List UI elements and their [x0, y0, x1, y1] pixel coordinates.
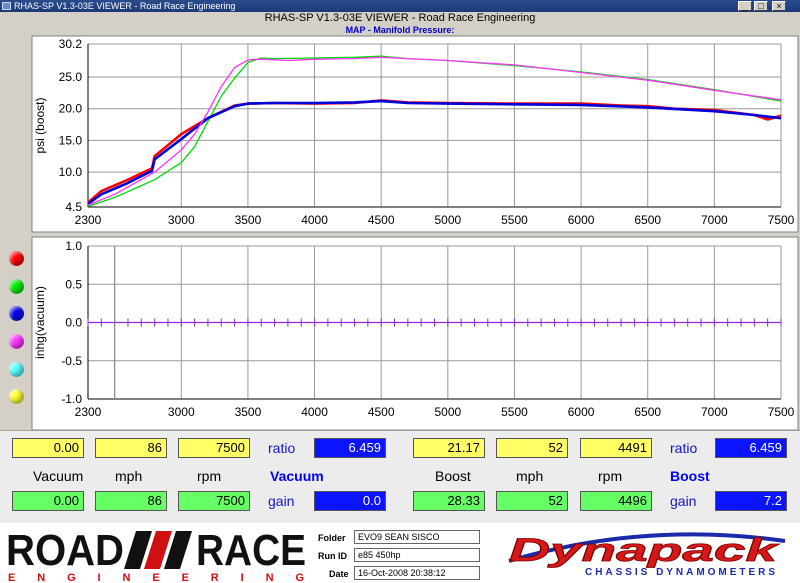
boost-gain-value-readout: 28.33: [413, 491, 485, 511]
boost-gain-label: gain: [670, 493, 697, 509]
boost-value-readout: 21.17: [413, 438, 485, 458]
vacuum-rpm-readout: 7500: [178, 438, 250, 458]
road-race-logo: ROAD RACE ENGINEERING: [6, 526, 306, 583]
logo-word-race: RACE: [196, 526, 306, 575]
y-tick-label-1-1: -0.5: [61, 354, 82, 368]
x-tick-label-0-0: 2300: [75, 213, 102, 227]
date-label: Date: [329, 569, 349, 579]
x-tick-label-0-2: 3500: [235, 213, 262, 227]
vacuum-label: Vacuum: [33, 468, 84, 484]
y-tick-label-1-0: -1.0: [61, 392, 82, 406]
y-tick-label-0-5: 30.2: [59, 37, 83, 51]
vacuum-gain-value: 0.0: [314, 491, 386, 511]
boost-rpm-label: rpm: [598, 468, 623, 484]
series-toggle-green[interactable]: [9, 279, 24, 294]
x-tick-label-1-5: 5000: [434, 405, 461, 419]
boost-rpm-readout: 4491: [580, 438, 652, 458]
runid-label: Run ID: [318, 551, 347, 561]
boost-gain-mph-readout: 52: [496, 491, 568, 511]
series-toggle-cyan[interactable]: [9, 362, 24, 377]
x-tick-label-1-3: 4000: [301, 405, 328, 419]
x-tick-label-1-2: 3500: [235, 405, 262, 419]
runid-field: e85 450hp: [354, 548, 480, 562]
series-toggle-yellow[interactable]: [9, 389, 24, 404]
x-tick-label-0-5: 5000: [434, 213, 461, 227]
boost-label: Boost: [435, 468, 471, 484]
vacuum-mph-readout: 86: [95, 438, 167, 458]
dynapack-wordmark: Dynapack: [509, 532, 781, 568]
vacuum-gain-mph-readout: 86: [95, 491, 167, 511]
x-tick-label-1-0: 2300: [75, 405, 102, 419]
x-tick-label-1-9: 7000: [701, 405, 728, 419]
x-tick-label-1-8: 6500: [634, 405, 661, 419]
chart-background-0: [31, 35, 799, 233]
folder-label: Folder: [318, 533, 346, 543]
y-axis-label-1: inhg(vacuum): [33, 286, 47, 359]
x-tick-label-0-6: 5500: [501, 213, 528, 227]
vacuum-mph-label: mph: [115, 468, 143, 484]
boost-mph-readout: 52: [496, 438, 568, 458]
series-toggle-red[interactable]: [9, 251, 24, 266]
footer: ROAD RACE ENGINEERING Folder EVO9 SEAN S…: [0, 523, 800, 583]
vacuum-ratio-value: 6.459: [314, 438, 386, 458]
y-tick-label-0-4: 25.0: [59, 70, 83, 84]
series-toggle-magenta[interactable]: [9, 334, 24, 349]
chart-panel-0: 2300 3000 3500 4000 4500 5000 5500 6000 6500 7000…: [31, 25, 799, 233]
readout-panel: 0.00 86 7500 ratio 6.459 Vacuum mph rpm …: [0, 430, 800, 523]
x-tick-label-1-7: 6000: [568, 405, 595, 419]
y-tick-label-0-1: 10.0: [59, 165, 83, 179]
vacuum-section-title: Vacuum: [270, 468, 324, 484]
y-tick-label-0-3: 20.0: [59, 102, 83, 116]
chart-background-1: [31, 236, 799, 430]
vacuum-rpm-label: rpm: [197, 468, 222, 484]
y-axis-label-0: psi (boost): [33, 97, 47, 153]
x-tick-label-0-9: 7000: [701, 213, 728, 227]
y-tick-label-0-0: 4.5: [65, 200, 82, 214]
vacuum-gain-rpm-readout: 7500: [178, 491, 250, 511]
dynapack-subtitle: CHASSIS DYNAMOMETERS: [585, 567, 775, 578]
vacuum-value-readout: 0.00: [12, 438, 84, 458]
y-tick-label-0-2: 15.0: [59, 133, 83, 147]
boost-gain-rpm-readout: 4496: [580, 491, 652, 511]
x-tick-label-0-8: 6500: [634, 213, 661, 227]
x-tick-label-0-10: 7500: [768, 213, 795, 227]
boost-ratio-value: 6.459: [715, 438, 787, 458]
chart-title-0: MAP - Manifold Pressure:: [346, 25, 455, 35]
x-tick-label-1-6: 5500: [501, 405, 528, 419]
vacuum-ratio-label: ratio: [268, 440, 296, 456]
boost-ratio-label: ratio: [670, 440, 698, 456]
y-tick-label-1-2: 0.0: [65, 316, 82, 330]
x-tick-label-1-10: 7500: [768, 405, 795, 419]
x-tick-label-0-1: 3000: [168, 213, 195, 227]
chart-panel-1: 2300 3000 3500 4000 4500 5000 5500 6000 6500 7000…: [31, 236, 799, 430]
x-tick-label-1-4: 4500: [368, 405, 395, 419]
logo-word-road: ROAD: [6, 526, 124, 575]
series-toggle-blue[interactable]: [9, 306, 24, 321]
y-tick-label-1-3: 0.5: [65, 277, 82, 291]
date-field: 16-Oct-2008 20:38:12: [354, 566, 480, 580]
boost-section-title: Boost: [670, 468, 710, 484]
vacuum-gain-label: gain: [268, 493, 295, 509]
folder-field: EVO9 SEAN SISCO: [354, 530, 480, 544]
boost-gain-value: 7.2: [715, 491, 787, 511]
vacuum-gain-value-readout: 0.00: [12, 491, 84, 511]
charts-area: 2300 3000 3500 4000 4500 5000 5500 6000 6500 7000…: [31, 25, 799, 430]
x-tick-label-0-4: 4500: [368, 213, 395, 227]
dynapack-logo: Dynapack CHASSIS DYNAMOMETERS: [508, 532, 786, 578]
x-tick-label-0-3: 4000: [301, 213, 328, 227]
x-tick-label-1-1: 3000: [168, 405, 195, 419]
boost-mph-label: mph: [516, 468, 544, 484]
x-tick-label-0-7: 6000: [568, 213, 595, 227]
y-tick-label-1-4: 1.0: [65, 239, 82, 253]
